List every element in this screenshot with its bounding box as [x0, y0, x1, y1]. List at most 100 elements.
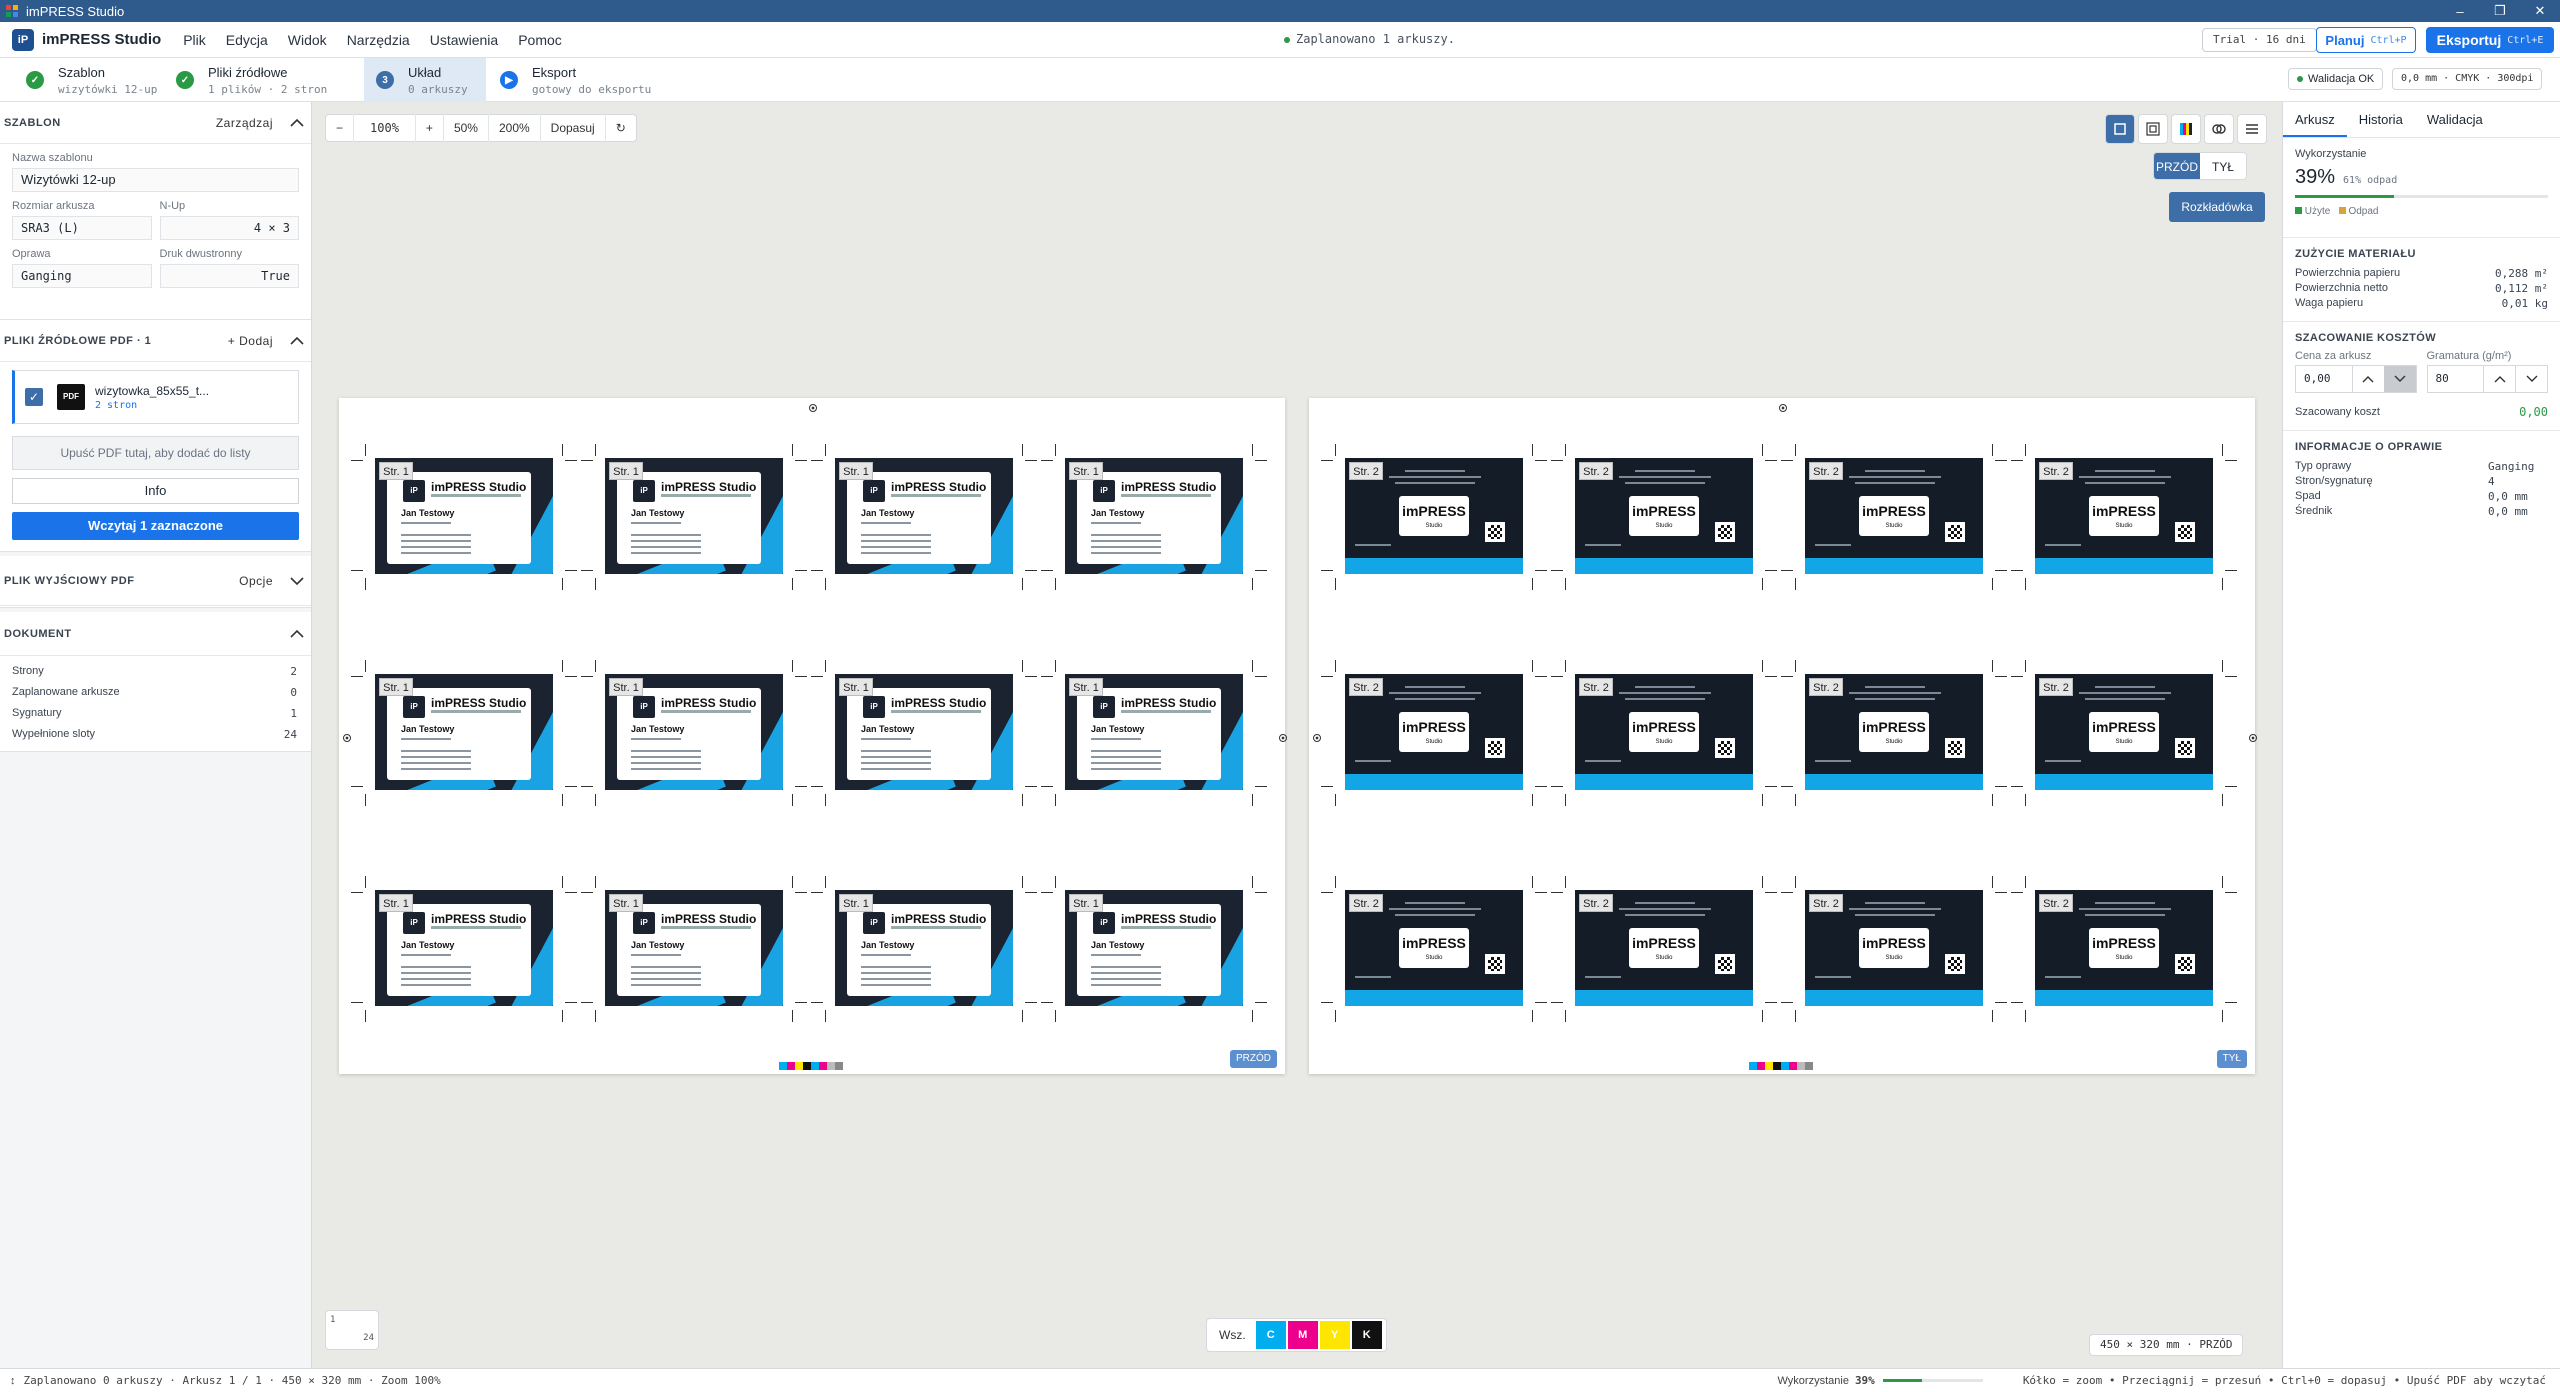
layout-canvas[interactable]: − 100% + 50% 200% Dopasuj ↻ PRZÓD TYŁ Ro…	[313, 102, 2281, 1368]
business-card-front[interactable]: iP imPRESS Studio Jan Testowy Str. 1	[835, 890, 1013, 1006]
color-bars-icon[interactable]	[2171, 114, 2201, 144]
business-card-front[interactable]: iP imPRESS Studio Jan Testowy Str. 1	[605, 458, 783, 574]
close-icon[interactable]: ✕	[2520, 3, 2560, 19]
sheet-back[interactable]: TYŁ imPRESS Studio Str. 2 imPRESS Studio Str.…	[1309, 398, 2257, 1074]
business-card-back[interactable]: imPRESS Studio Str. 2	[1805, 458, 1983, 574]
zoom-value[interactable]: 100%	[354, 114, 416, 142]
gsm-input[interactable]: 80	[2428, 366, 2484, 392]
sep-cyan-button[interactable]: C	[1255, 1321, 1286, 1349]
crop-mark	[1535, 786, 1547, 787]
business-card-front[interactable]: iP imPRESS Studio Jan Testowy Str. 1	[835, 458, 1013, 574]
decrement-icon[interactable]	[2383, 366, 2416, 392]
business-card-front[interactable]: iP imPRESS Studio Jan Testowy Str. 1	[605, 674, 783, 790]
card-company: imPRESS Studio	[431, 912, 527, 926]
page-thumbnail[interactable]: 1 24	[325, 1310, 379, 1350]
sep-yellow-button[interactable]: Y	[1319, 1321, 1350, 1349]
business-card-back[interactable]: imPRESS Studio Str. 2	[1575, 458, 1753, 574]
business-card-back[interactable]: imPRESS Studio Str. 2	[1345, 674, 1523, 790]
business-card-front[interactable]: iP imPRESS Studio Jan Testowy Str. 1	[375, 890, 553, 1006]
manage-template-button[interactable]: Zarządzaj	[216, 116, 273, 130]
bleed-icon[interactable]	[2138, 114, 2168, 144]
business-card-front[interactable]: iP imPRESS Studio Jan Testowy Str. 1	[375, 674, 553, 790]
template-name-field[interactable]: Wizytówki 12-up	[12, 168, 299, 192]
material-row: Powierzchnia netto 0,112 m²	[2295, 282, 2548, 295]
business-card-front[interactable]: iP imPRESS Studio Jan Testowy Str. 1	[605, 890, 783, 1006]
business-card-front[interactable]: iP imPRESS Studio Jan Testowy Str. 1	[1065, 674, 1243, 790]
business-card-back[interactable]: imPRESS Studio Str. 2	[1805, 674, 1983, 790]
sheet-size-field[interactable]: SRA3 (L)	[12, 216, 152, 240]
business-card-back[interactable]: imPRESS Studio Str. 2	[2035, 458, 2213, 574]
list-icon[interactable]	[2237, 114, 2267, 144]
increment-icon[interactable]	[2483, 366, 2515, 392]
step-eksport[interactable]: ▶ Eksport gotowy do eksportu	[490, 58, 660, 102]
section-header[interactable]: PLIK WYJŚCIOWY PDF Opcje	[0, 556, 311, 606]
binding-field[interactable]: Ganging	[12, 264, 152, 288]
menu-narzedzia[interactable]: Narzędzia	[347, 32, 410, 48]
business-card-front[interactable]: iP imPRESS Studio Jan Testowy Str. 1	[835, 674, 1013, 790]
menu-edycja[interactable]: Edycja	[226, 32, 268, 48]
menu-widok[interactable]: Widok	[288, 32, 327, 48]
sep-all-button[interactable]: Wsz.	[1211, 1328, 1254, 1342]
section-header[interactable]: SZABLON Zarządzaj	[0, 102, 311, 144]
tab-historia[interactable]: Historia	[2347, 102, 2415, 137]
side-back-button[interactable]: TYŁ	[2200, 153, 2246, 179]
business-card-back[interactable]: imPRESS Studio Str. 2	[1575, 674, 1753, 790]
status-usage-label: Wykorzystanie	[1777, 1374, 1849, 1387]
nup-field[interactable]: 4 × 3	[159, 216, 299, 240]
sep-black-button[interactable]: K	[1351, 1321, 1382, 1349]
business-card-back[interactable]: imPRESS Studio Str. 2	[1805, 890, 1983, 1006]
checkbox-checked-icon[interactable]: ✓	[25, 388, 43, 406]
business-card-back[interactable]: imPRESS Studio Str. 2	[1575, 890, 1753, 1006]
zoom-out-button[interactable]: −	[326, 114, 355, 142]
zoom-50-button[interactable]: 50%	[444, 114, 489, 142]
business-card-front[interactable]: iP imPRESS Studio Jan Testowy Str. 1	[375, 458, 553, 574]
menu-pomoc[interactable]: Pomoc	[518, 32, 562, 48]
output-options-button[interactable]: Opcje	[239, 574, 273, 588]
duplex-field[interactable]: True	[159, 264, 299, 288]
registration-mark-icon	[1279, 734, 1287, 742]
zoom-in-button[interactable]: +	[416, 114, 444, 142]
load-selected-button[interactable]: Wczytaj 1 zaznaczone	[12, 512, 299, 540]
source-file-item[interactable]: ✓ PDF wizytowka_85x55_t... 2 stron	[12, 370, 299, 424]
plan-button[interactable]: Planuj Ctrl+P	[2316, 27, 2416, 53]
chevron-up-icon[interactable]	[287, 624, 307, 644]
maximize-icon[interactable]: ❐	[2480, 3, 2520, 19]
tab-walidacja[interactable]: Walidacja	[2415, 102, 2495, 137]
zoom-fit-button[interactable]: Dopasuj	[541, 114, 606, 142]
price-input[interactable]: 0,00	[2296, 366, 2352, 392]
menu-plik[interactable]: Plik	[183, 32, 206, 48]
side-front-button[interactable]: PRZÓD	[2154, 153, 2200, 179]
reset-view-icon[interactable]: ↻	[606, 114, 636, 142]
spread-button[interactable]: Rozkładówka	[2169, 192, 2265, 222]
pdf-drop-zone[interactable]: Upuść PDF tutaj, aby dodać do listy	[12, 436, 299, 470]
chevron-down-icon[interactable]	[287, 571, 307, 591]
validation-badge[interactable]: Walidacja OK	[2288, 68, 2384, 90]
decrement-icon[interactable]	[2515, 366, 2547, 392]
crop-mark	[1022, 794, 1023, 806]
sep-magenta-button[interactable]: M	[1287, 1321, 1318, 1349]
business-card-back[interactable]: imPRESS Studio Str. 2	[1345, 458, 1523, 574]
section-header[interactable]: DOKUMENT	[0, 612, 311, 656]
step-uklad[interactable]: 3 Układ 0 arkuszy	[364, 58, 486, 102]
info-button[interactable]: Info	[12, 478, 299, 504]
export-button[interactable]: Eksportuj Ctrl+E	[2426, 27, 2554, 53]
business-card-back[interactable]: imPRESS Studio Str. 2	[2035, 890, 2213, 1006]
business-card-front[interactable]: iP imPRESS Studio Jan Testowy Str. 1	[1065, 458, 1243, 574]
business-card-back[interactable]: imPRESS Studio Str. 2	[1345, 890, 1523, 1006]
business-card-back[interactable]: imPRESS Studio Str. 2	[2035, 674, 2213, 790]
zoom-200-button[interactable]: 200%	[489, 114, 541, 142]
sheet-front[interactable]: PRZÓD iP imPRESS Studio Jan Testowy Str. 1i…	[339, 398, 1287, 1074]
tab-arkusz[interactable]: Arkusz	[2283, 102, 2347, 137]
section-header[interactable]: PLIKI ŹRÓDŁOWE PDF · 1 + Dodaj	[0, 320, 311, 362]
business-card-front[interactable]: iP imPRESS Studio Jan Testowy Str. 1	[1065, 890, 1243, 1006]
menu-ustawienia[interactable]: Ustawienia	[430, 32, 498, 48]
minimize-icon[interactable]: –	[2440, 4, 2480, 19]
add-file-button[interactable]: + Dodaj	[228, 334, 273, 348]
chevron-up-icon[interactable]	[287, 113, 307, 133]
step-szablon[interactable]: ✓ Szablon wizytówki 12-up	[0, 58, 164, 102]
chevron-up-icon[interactable]	[287, 331, 307, 351]
crop-marks-icon[interactable]	[2105, 114, 2135, 144]
step-pliki-zrodlowe[interactable]: ✓ Pliki źródłowe 1 plików · 2 stron	[166, 58, 362, 102]
overprint-icon[interactable]	[2204, 114, 2234, 144]
increment-icon[interactable]	[2351, 366, 2384, 392]
